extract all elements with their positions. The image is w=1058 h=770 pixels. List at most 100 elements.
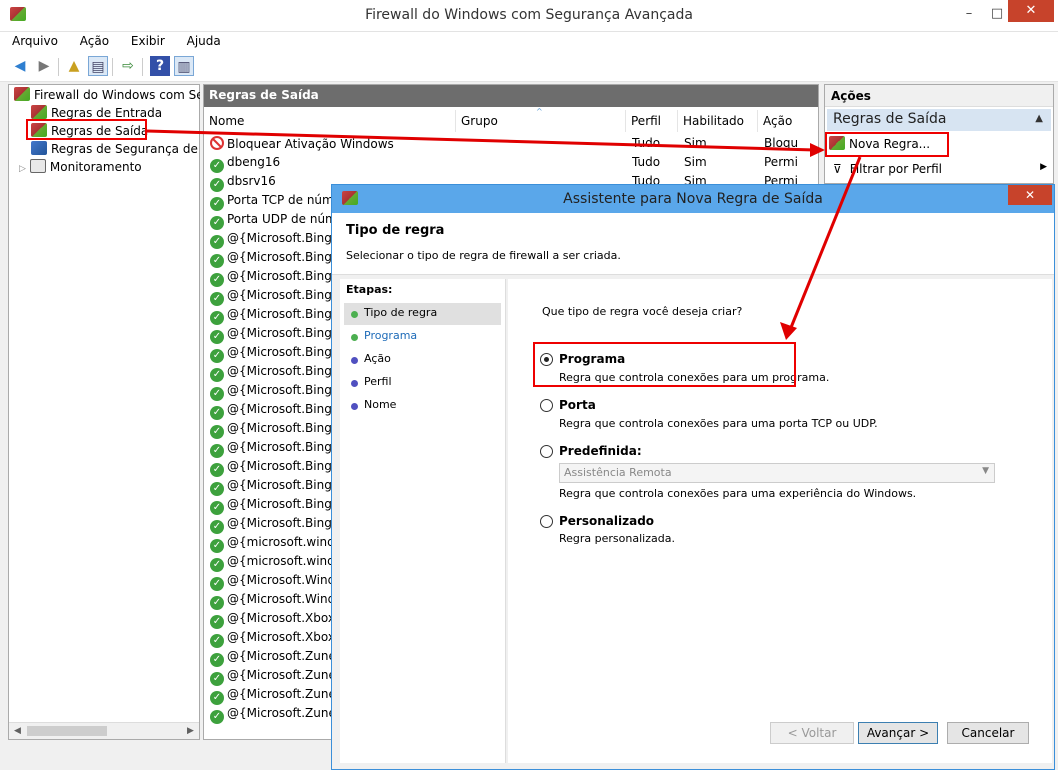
cancel-button[interactable]: Cancelar [947,722,1029,744]
allow-check-icon: ✓ [210,634,224,648]
option-personalizado-label[interactable]: Personalizado [559,514,654,528]
wizard-steps-panel: Etapas: Tipo de regra Programa Ação Perf… [340,279,506,763]
cell-nome: ✓@{Microsoft.ZuneM [210,649,334,667]
forward-arrow-icon[interactable]: ▶ [34,56,54,76]
tree-item-regras-seguranca[interactable]: Regras de Segurança de Conexão [31,141,199,156]
back-button[interactable]: < Voltar [770,722,854,744]
step-dot-icon [351,311,358,318]
step-perfil: Perfil [344,372,501,394]
cell-nome: ✓ dbsrv16 [210,174,334,192]
allow-check-icon: ✓ [210,387,224,401]
firewall-icon [14,87,30,101]
allow-check-icon: ✓ [210,558,224,572]
option-predefinida-label[interactable]: Predefinida: [559,444,642,458]
predefined-rule-select[interactable]: Assistência Remota ▼ [559,463,995,483]
allow-check-icon: ✓ [210,216,224,230]
allow-check-icon: ✓ [210,159,224,173]
cell-nome: ✓ @{Microsoft.ZuneV [210,706,334,724]
actions-section-title[interactable]: Regras de Saída ▲ [827,109,1051,131]
submenu-arrow-icon: ▶ [1040,162,1047,172]
steps-label: Etapas: [346,283,393,296]
question-text: Que tipo de regra você deseja criar? [542,305,743,318]
allow-check-icon: ✓ [210,577,224,591]
column-header-habilitado[interactable]: Habilitado [678,110,758,132]
dialog-header: Tipo de regra Selecionar o tipo de regra… [332,213,1054,275]
cell-nome: ✓@{Microsoft.BingSp [210,421,334,439]
column-header-acao[interactable]: Ação [758,110,818,132]
cell-perfil: Tudo [632,155,661,169]
help-icon[interactable]: ? [150,56,170,76]
allow-check-icon: ✓ [210,444,224,458]
up-folder-icon[interactable]: ▲ [64,56,84,76]
menu-exibir[interactable]: Exibir [125,32,171,50]
toolbar-separator [142,58,143,76]
cell-nome: ✓ @{Microsoft.Windo [210,592,334,610]
menu-arquivo[interactable]: Arquivo [6,32,64,50]
menu-bar: Arquivo Ação Exibir Ajuda [0,32,1058,52]
allow-check-icon: ✓ [210,406,224,420]
back-arrow-icon[interactable]: ◀ [10,56,30,76]
column-header-perfil[interactable]: Perfil [626,110,678,132]
allow-check-icon: ✓ [210,463,224,477]
step-dot-icon [351,357,358,364]
list-pane-title: Regras de Saída [204,85,818,107]
scrollbar-thumb[interactable] [27,726,107,736]
option-porta-label[interactable]: Porta [559,398,596,412]
option-personalizado-desc: Regra personalizada. [559,532,675,545]
step-acao: Ação [344,349,501,371]
cell-nome: Bloquear Ativação Windows [210,136,510,151]
tree-root[interactable]: Firewall do Windows com Segurança Avança… [14,87,200,102]
export-list-icon[interactable]: ⇨ [118,56,138,76]
allow-check-icon: ✓ [210,425,224,439]
expand-arrow-icon[interactable]: ▷ [19,164,26,174]
show-hide-tree-icon[interactable]: ▤ [88,56,108,76]
action-filtrar-perfil[interactable]: ⊽ Filtrar por Perfil ▶ [833,162,1047,176]
tree-item-regras-entrada[interactable]: Regras de Entrada [31,105,162,120]
show-hide-action-pane-icon[interactable]: ▥ [174,56,194,76]
scroll-left-arrow-icon[interactable]: ◀ [9,723,26,740]
menu-acao[interactable]: Ação [74,32,115,50]
dialog-title: Assistente para Nova Regra de Saída [563,191,823,207]
allow-check-icon: ✓ [210,539,224,553]
radio-porta[interactable] [540,399,553,412]
cell-nome: ✓ @{Microsoft.BingW [210,516,334,534]
dialog-close-button[interactable]: ✕ [1008,185,1052,205]
table-row[interactable]: Bloquear Ativação Windows Tudo Sim Bloqu [208,134,818,153]
tree-horizontal-scrollbar[interactable]: ◀ ▶ [9,722,199,739]
title-bar: Firewall do Windows com Segurança Avança… [0,0,1058,32]
allow-check-icon: ✓ [210,482,224,496]
table-row[interactable]: ✓ dbeng16 Tudo Sim Permi [208,153,818,173]
menu-ajuda[interactable]: Ajuda [181,32,227,50]
close-button[interactable]: ✕ [1008,0,1054,22]
radio-personalizado[interactable] [540,515,553,528]
toolbar-separator [112,58,113,76]
cell-nome: ✓ @{Microsoft.XboxLI [210,630,334,648]
cell-nome: ✓ Porta UDP de núme [210,212,334,230]
minimize-button[interactable]: – [956,4,982,24]
allow-check-icon: ✓ [210,178,224,192]
allow-check-icon: ✓ [210,330,224,344]
allow-check-icon: ✓ [210,311,224,325]
monitor-icon [29,159,46,173]
actions-header: Ações [825,85,1053,107]
collapse-arrow-icon[interactable]: ▲ [1035,113,1043,124]
column-header-nome[interactable]: Nome [204,110,456,132]
tree-item-monitoramento[interactable]: ▷ Monitoramento [19,159,142,174]
maximize-button[interactable]: □ [984,4,1010,24]
inbound-rules-icon [31,105,47,119]
step-programa: Programa [344,326,501,348]
cell-nome: ✓ @{Microsoft.BingFi [210,250,334,268]
cell-nome: ✓ @{Microsoft.BingW [210,497,334,515]
toolbar: ◀ ▶ ▲ ▤ ⇨ ? ▥ [0,52,1058,82]
allow-check-icon: ✓ [210,653,224,667]
dialog-title-bar: Assistente para Nova Regra de Saída ✕ [332,185,1054,213]
radio-predefinida[interactable] [540,445,553,458]
next-button[interactable]: Avançar > [858,722,938,744]
scroll-right-arrow-icon[interactable]: ▶ [182,723,199,740]
allow-check-icon: ✓ [210,520,224,534]
cell-acao: Permi [764,155,798,169]
cell-hab: Sim [684,155,707,169]
step-dot-icon [351,334,358,341]
cell-nome: ✓@{Microsoft.BingSp [210,440,334,458]
allow-check-icon: ✓ [210,615,224,629]
